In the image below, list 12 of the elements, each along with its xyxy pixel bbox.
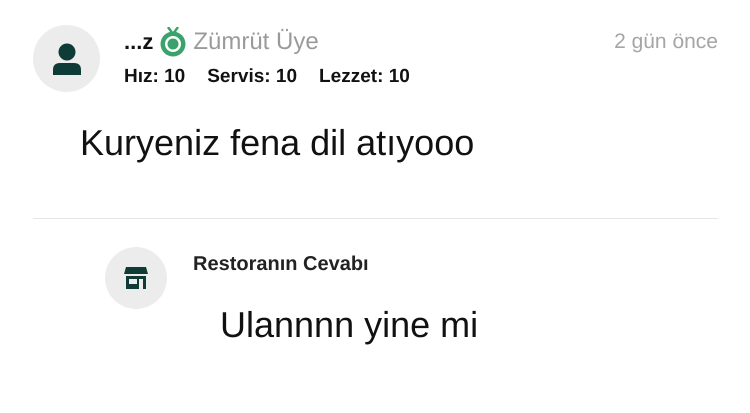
rating-score: Hız: 10 [124,66,186,88]
person-icon [52,42,82,74]
rating-score: Lezzet: 10 [319,66,410,88]
rating-score: Servis: 10 [207,66,298,88]
medal-icon [160,27,186,57]
store-icon [124,267,148,289]
review-time: 2 gün önce [614,30,718,54]
reply-text: Ulannnn yine mi [220,304,478,346]
review-comment: Kuryeniz fena dil atıyooo [80,122,476,164]
membership-label: Zümrüt Üye [193,28,319,56]
author-name: ...z [124,29,154,55]
reply-title: Restoranın Cevabı [193,253,369,275]
